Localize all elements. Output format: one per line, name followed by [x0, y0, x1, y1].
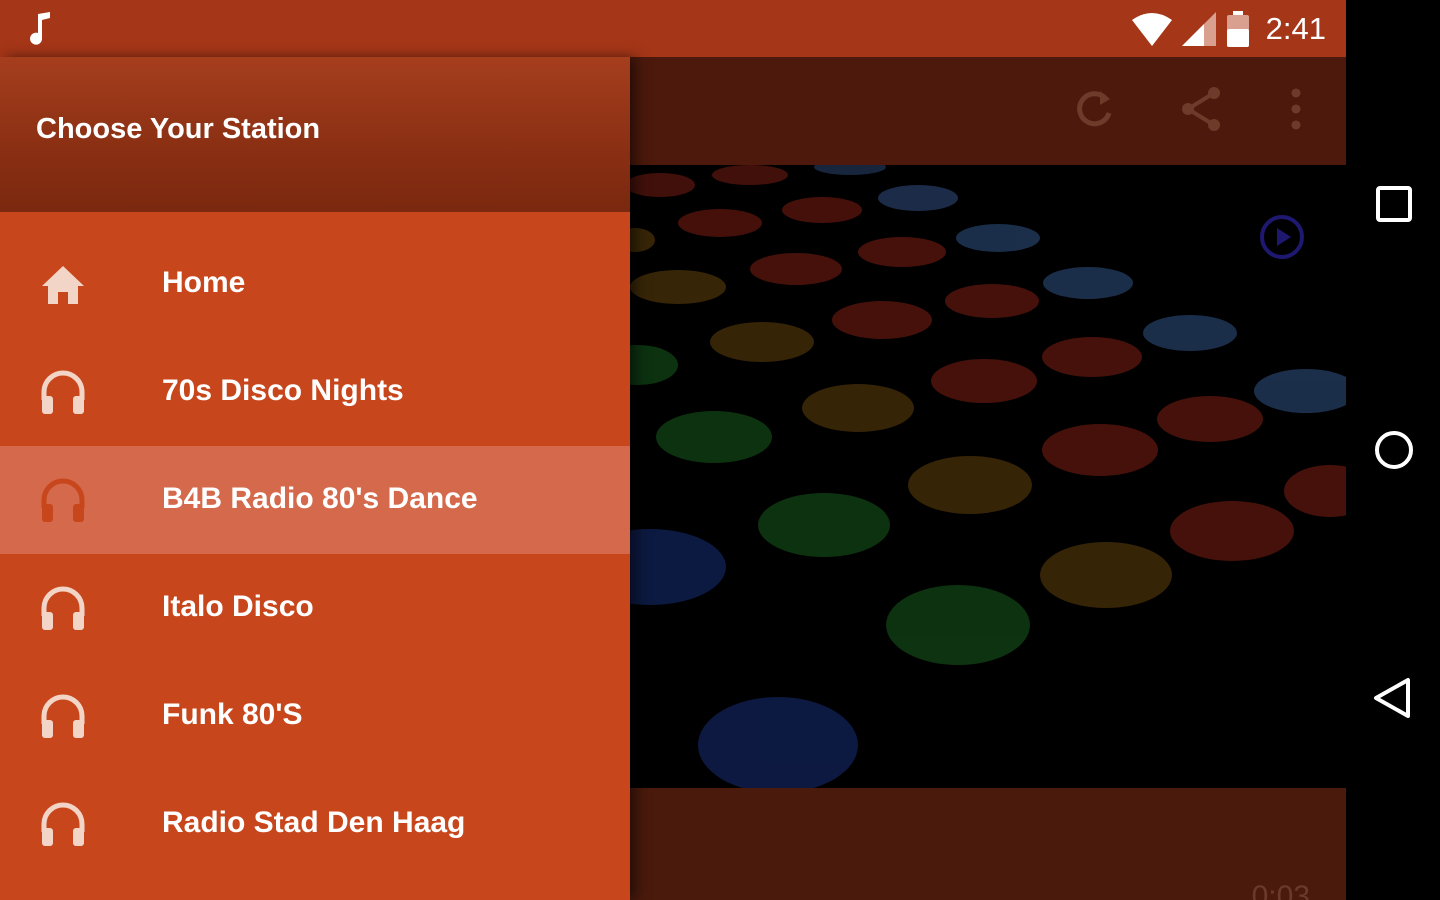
cell-signal-icon — [1181, 12, 1216, 46]
home-circle-icon[interactable] — [1368, 424, 1420, 476]
back-triangle-icon[interactable] — [1368, 672, 1420, 724]
elapsed-time: 0:03 — [1251, 880, 1310, 900]
drawer-item-funk-80s[interactable]: Funk 80'S — [0, 662, 630, 770]
status-bar: 2:41 — [0, 0, 1346, 57]
drawer-item-home[interactable]: Home — [0, 230, 630, 338]
home-icon — [42, 266, 84, 304]
more-vert-icon[interactable] — [1272, 85, 1320, 133]
station-list: Home 70s Disco Nights B4B Radio 80's Dan… — [0, 230, 630, 878]
recents-square-icon[interactable] — [1368, 178, 1420, 230]
drawer-item-label: B4B Radio 80's Dance — [162, 482, 478, 515]
refresh-icon[interactable] — [1070, 85, 1118, 133]
headphones-icon — [41, 478, 85, 522]
navigation-drawer: Choose Your Station Home 70s Disco Night… — [0, 57, 630, 900]
headphones-icon — [41, 586, 85, 630]
status-indicators: 2:41 — [1131, 8, 1326, 50]
player-bar: 0:03 — [630, 788, 1346, 900]
navigation-bar — [1346, 0, 1440, 900]
main-content: 0:03 — [630, 57, 1346, 900]
drawer-item-italo-disco[interactable]: Italo Disco — [0, 554, 630, 662]
status-time: 2:41 — [1265, 11, 1326, 46]
play-circle-icon[interactable] — [1258, 213, 1306, 261]
music-note-icon — [30, 12, 50, 45]
share-icon[interactable] — [1178, 85, 1226, 133]
drawer-item-label: Funk 80'S — [162, 698, 303, 731]
drawer-header: Choose Your Station — [0, 57, 630, 212]
app-toolbar — [630, 57, 1346, 165]
battery-icon — [1226, 11, 1249, 47]
drawer-item-radio-stad-den-haag[interactable]: Radio Stad Den Haag — [0, 770, 630, 878]
drawer-item-70s-disco-nights[interactable]: 70s Disco Nights — [0, 338, 630, 446]
drawer-title: Choose Your Station — [36, 113, 321, 145]
headphones-icon — [41, 802, 85, 846]
headphones-icon — [41, 694, 85, 738]
drawer-item-label: Radio Stad Den Haag — [162, 806, 466, 839]
drawer-item-b4b-radio-80s-dance[interactable]: B4B Radio 80's Dance — [0, 446, 630, 554]
drawer-item-label: 70s Disco Nights — [162, 374, 404, 407]
drawer-item-label: Italo Disco — [162, 590, 314, 623]
headphones-icon — [41, 370, 85, 414]
disco-artwork — [630, 165, 1346, 788]
drawer-item-label: Home — [162, 266, 246, 299]
wifi-icon — [1131, 13, 1172, 46]
